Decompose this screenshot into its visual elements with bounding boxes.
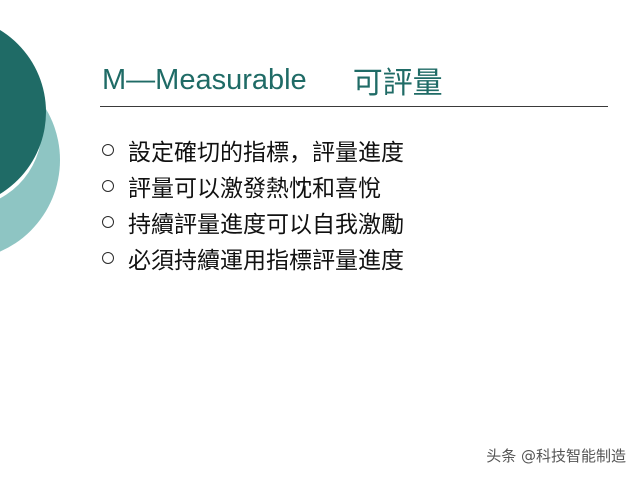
slide-title: M—Measurable 可評量 (102, 60, 443, 102)
slide-title-english: M—Measurable (102, 63, 307, 96)
bullet-item: 持續評量進度可以自我激勵 (102, 204, 404, 240)
decorative-circles (0, 30, 60, 252)
watermark: 头条 @科技智能制造 (486, 447, 626, 465)
bullet-list: 設定確切的指標，評量進度 評量可以激發熱忱和喜悅 持續評量進度可以自我激勵 必須… (102, 132, 404, 276)
hollow-circle-icon (102, 180, 114, 192)
bullet-text: 評量可以激發熱忱和喜悅 (128, 176, 381, 202)
slide-title-chinese: 可評量 (352, 66, 443, 101)
hollow-circle-icon (102, 252, 114, 264)
bullet-item: 評量可以激發熱忱和喜悅 (102, 168, 404, 204)
hollow-circle-icon (102, 144, 114, 156)
bullet-text: 必須持續運用指標評量進度 (128, 248, 404, 274)
bullet-item: 必須持續運用指標評量進度 (102, 240, 404, 276)
bullet-text: 持續評量進度可以自我激勵 (128, 212, 404, 238)
bullet-item: 設定確切的指標，評量進度 (102, 132, 404, 168)
hollow-circle-icon (102, 216, 114, 228)
title-divider (100, 106, 608, 107)
bullet-text: 設定確切的指標，評量進度 (128, 140, 404, 166)
